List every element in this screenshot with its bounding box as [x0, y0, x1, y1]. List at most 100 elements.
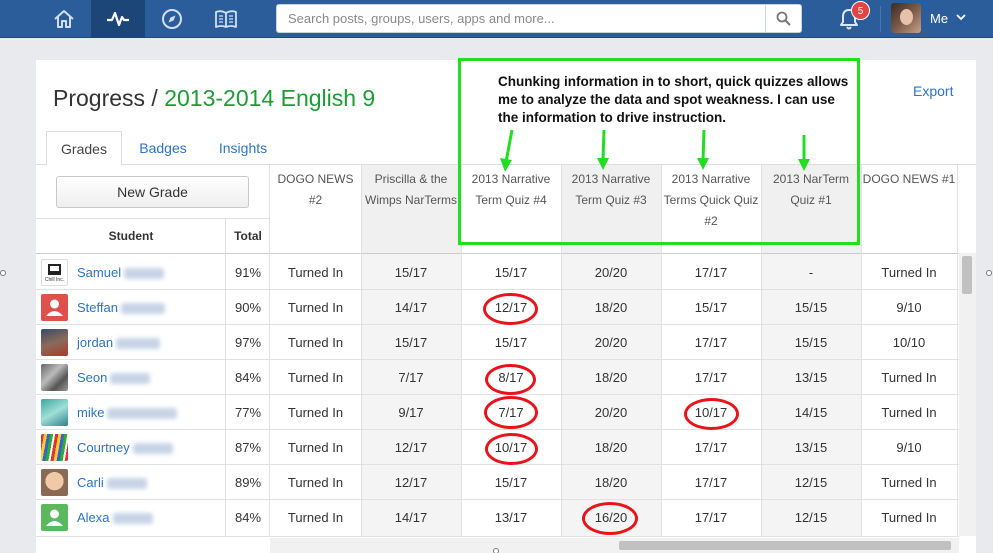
scroll-thumb[interactable]	[619, 541, 951, 550]
tab-badges[interactable]: Badges	[130, 131, 196, 165]
grade-cell[interactable]: 13/15	[761, 360, 861, 395]
grade-cell[interactable]: 17/17	[661, 255, 761, 290]
grade-cell[interactable]: 15/15	[761, 290, 861, 325]
student-name[interactable]: Alexa	[77, 510, 153, 525]
grade-cell[interactable]: 15/17	[461, 465, 561, 500]
total-column-header[interactable]: Total	[226, 218, 270, 254]
resize-handle[interactable]	[493, 548, 499, 553]
grade-cell[interactable]: 17/17	[661, 500, 761, 535]
grade-cell[interactable]: Turned In	[861, 255, 957, 290]
grade-cell[interactable]: 9/10	[861, 290, 957, 325]
grade-cell[interactable]: Turned In	[270, 395, 361, 430]
vertical-scrollbar[interactable]	[959, 253, 976, 536]
grade-cell[interactable]: 18/20	[561, 360, 661, 395]
student-row: Alexa 84%	[36, 500, 270, 535]
top-nav-bar: 5 Me	[0, 0, 993, 38]
resize-handle[interactable]	[0, 270, 6, 276]
student-name[interactable]: Steffan	[77, 300, 165, 315]
search-input[interactable]	[277, 5, 765, 32]
arrow-down-icon	[697, 129, 709, 170]
grade-cell[interactable]: Turned In	[270, 255, 361, 290]
grade-cell[interactable]: 15/17	[661, 290, 761, 325]
grade-cell[interactable]: 20/20	[561, 255, 661, 290]
student-row: Courtney 87%	[36, 430, 270, 465]
grade-cell[interactable]: 15/17	[361, 255, 461, 290]
grade-cell[interactable]: 18/20	[561, 430, 661, 465]
student-total: 90%	[234, 300, 262, 315]
grade-cell[interactable]: 17/17	[661, 430, 761, 465]
search-button[interactable]	[765, 5, 801, 32]
grade-cell[interactable]: 17/17	[661, 360, 761, 395]
grade-cell[interactable]: 15/17	[361, 325, 461, 360]
grade-cell[interactable]: 14/15	[761, 395, 861, 430]
nav-divider	[880, 6, 881, 32]
student-row: mike 77%	[36, 395, 270, 430]
student-name[interactable]: Samuel	[77, 265, 165, 280]
course-name[interactable]: 2013-2014 English 9	[164, 85, 375, 111]
student-avatar	[41, 294, 68, 321]
discover-button[interactable]	[145, 0, 199, 38]
grade-cell[interactable]: Turned In	[861, 465, 957, 500]
grade-cell[interactable]: 12/17	[361, 430, 461, 465]
grade-cell[interactable]: Turned In	[270, 465, 361, 500]
assignment-header[interactable]: DOGO NEWS #1	[861, 165, 957, 253]
student-name[interactable]: Courtney	[77, 440, 173, 455]
grade-cell[interactable]: Turned In	[861, 360, 957, 395]
home-button[interactable]	[37, 0, 91, 38]
export-link[interactable]: Export	[913, 83, 953, 99]
grade-cell[interactable]: 13/15	[761, 430, 861, 465]
student-total: 87%	[234, 440, 262, 455]
student-name[interactable]: jordan	[77, 335, 161, 350]
grade-cell[interactable]: -	[761, 255, 861, 290]
student-name[interactable]: mike	[77, 405, 178, 420]
horizontal-scrollbar[interactable]	[270, 538, 959, 553]
grade-cell[interactable]: 15/15	[761, 325, 861, 360]
grade-cell[interactable]: 14/17	[361, 290, 461, 325]
grade-cell[interactable]: Turned In	[861, 500, 957, 535]
assignment-header[interactable]: DOGO NEWS #2	[270, 165, 361, 253]
student-total: 89%	[234, 475, 262, 490]
tab-grades[interactable]: Grades	[46, 131, 122, 166]
grade-cell[interactable]: 12/15	[761, 500, 861, 535]
library-button[interactable]	[199, 0, 253, 38]
student-name[interactable]: Seon	[77, 370, 151, 385]
tab-insights[interactable]: Insights	[210, 131, 276, 165]
new-grade-button[interactable]: New Grade	[56, 176, 249, 208]
grade-cell[interactable]: 9/17	[361, 395, 461, 430]
grade-cell[interactable]: 13/17	[461, 500, 561, 535]
notification-count-badge: 5	[851, 1, 870, 20]
student-total: 84%	[234, 510, 262, 525]
grade-cell[interactable]: 20/20	[561, 325, 661, 360]
grade-cell[interactable]: 17/17	[661, 465, 761, 500]
page-title: Progress / 2013-2014 English 9	[53, 85, 375, 112]
grade-cell[interactable]: Turned In	[270, 290, 361, 325]
grade-cell[interactable]: 12/17	[361, 465, 461, 500]
student-row: Seon 84%	[36, 360, 270, 395]
scroll-thumb[interactable]	[962, 256, 972, 294]
grade-cell[interactable]: 15/17	[461, 255, 561, 290]
student-column-header[interactable]: Student	[36, 218, 226, 254]
grade-cell[interactable]: 10/10	[861, 325, 957, 360]
student-row: Carli 89%	[36, 465, 270, 500]
grade-cell[interactable]: 7/17	[361, 360, 461, 395]
assignment-header[interactable]: Priscilla & the Wimps NarTerms	[361, 165, 461, 253]
grade-cell[interactable]: 18/20	[561, 465, 661, 500]
grade-cell[interactable]: 17/17	[661, 325, 761, 360]
student-name[interactable]: Carli	[77, 475, 147, 490]
me-menu-label[interactable]: Me	[930, 11, 948, 26]
grade-cell[interactable]: 9/10	[861, 430, 957, 465]
activity-button[interactable]	[91, 0, 145, 38]
resize-handle[interactable]	[986, 270, 992, 276]
my-avatar[interactable]	[891, 3, 921, 33]
chevron-down-icon[interactable]	[956, 13, 966, 21]
grade-cell[interactable]: Turned In	[270, 325, 361, 360]
grade-cell[interactable]: Turned In	[270, 430, 361, 465]
grade-cell[interactable]: 15/17	[461, 325, 561, 360]
grade-cell[interactable]: 12/15	[761, 465, 861, 500]
grade-cell[interactable]: Turned In	[861, 395, 957, 430]
grade-cell[interactable]: 18/20	[561, 290, 661, 325]
grade-cell[interactable]: Turned In	[270, 360, 361, 395]
grade-cell[interactable]: 14/17	[361, 500, 461, 535]
grade-cell[interactable]: 20/20	[561, 395, 661, 430]
grade-cell[interactable]: Turned In	[270, 500, 361, 535]
